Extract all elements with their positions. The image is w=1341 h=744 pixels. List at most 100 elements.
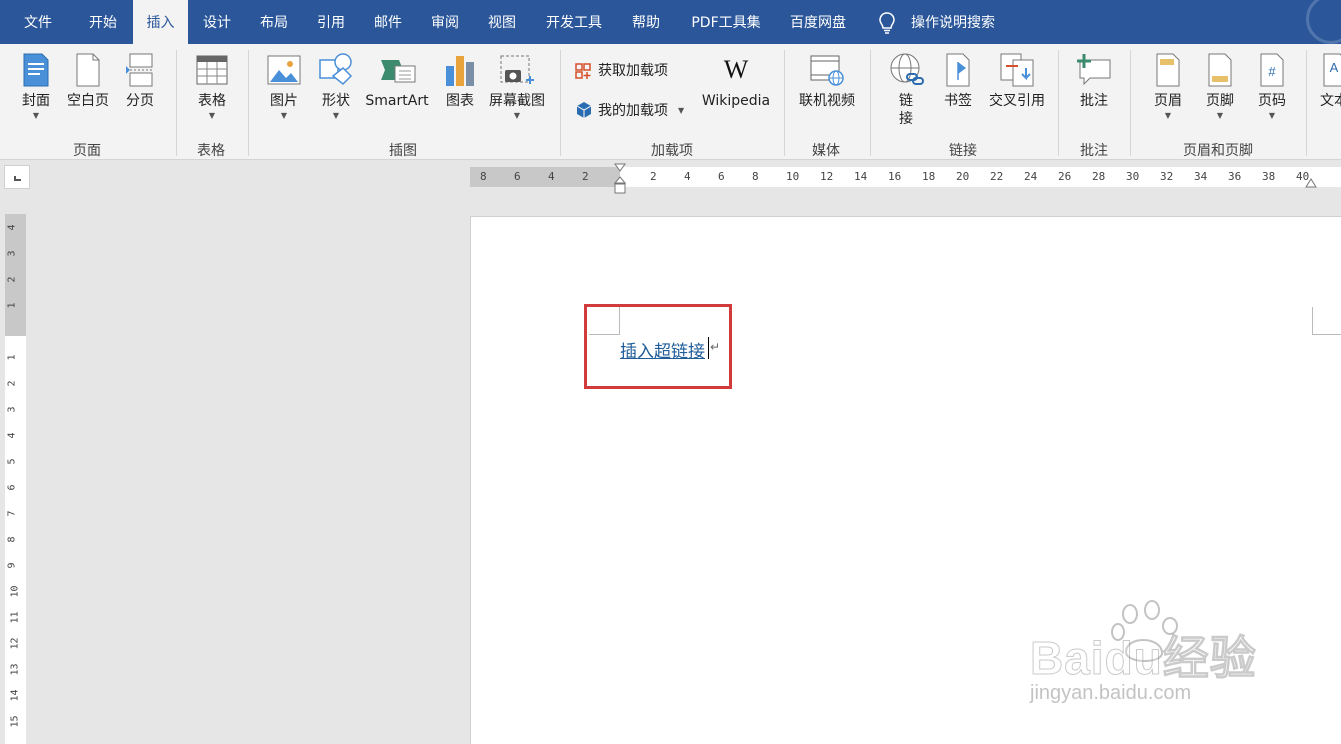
tab-insert[interactable]: 插入 bbox=[133, 0, 188, 44]
watermark-brand: Baidu经验 bbox=[1030, 632, 1257, 685]
cover-page-icon bbox=[23, 53, 49, 87]
comment-button[interactable]: 批注 bbox=[1072, 52, 1116, 110]
tab-mailings[interactable]: 邮件 bbox=[361, 0, 415, 44]
page-number-button[interactable]: # 页码 ▼ bbox=[1250, 52, 1294, 120]
my-addins-label: 我的加载项 bbox=[598, 103, 668, 119]
chevron-down-icon: ▼ bbox=[1268, 111, 1276, 120]
header-button[interactable]: 页眉 ▼ bbox=[1146, 52, 1190, 120]
chevron-down-icon: ▼ bbox=[208, 111, 216, 120]
shapes-label: 形状 bbox=[322, 93, 350, 109]
ruler-tick-label: 6 bbox=[718, 170, 725, 183]
right-indent-marker[interactable] bbox=[1305, 178, 1317, 188]
tab-file[interactable]: 文件 bbox=[10, 0, 66, 44]
picture-button[interactable]: 图片 ▼ bbox=[262, 52, 306, 120]
svg-text:A: A bbox=[1330, 60, 1339, 75]
group-separator bbox=[1058, 50, 1059, 156]
cover-page-button[interactable]: 封面 ▼ bbox=[14, 52, 58, 120]
link-button[interactable]: 链 接 bbox=[884, 52, 928, 128]
paragraph-mark: ↵ bbox=[710, 340, 721, 354]
chevron-down-icon: ▼ bbox=[32, 111, 40, 120]
table-button[interactable]: 表格 ▼ bbox=[190, 52, 234, 120]
screenshot-label: 屏幕截图 bbox=[489, 93, 545, 109]
header-label: 页眉 bbox=[1154, 93, 1182, 109]
group-label-tables: 表格 bbox=[197, 143, 225, 159]
indent-marker[interactable] bbox=[614, 163, 626, 195]
smartart-icon bbox=[381, 60, 416, 83]
group-separator bbox=[784, 50, 785, 156]
ruler-tick-label: 2 bbox=[582, 170, 589, 183]
tab-view[interactable]: 视图 bbox=[475, 0, 529, 44]
tab-home[interactable]: 开始 bbox=[76, 0, 130, 44]
comment-icon bbox=[1077, 54, 1111, 86]
chevron-down-icon: ▼ bbox=[332, 111, 340, 120]
lightbulb-icon[interactable] bbox=[878, 12, 896, 34]
online-video-icon bbox=[810, 55, 844, 86]
tab-pdf-tools[interactable]: PDF工具集 bbox=[680, 0, 772, 44]
screenshot-button[interactable]: 屏幕截图 ▼ bbox=[485, 52, 549, 120]
group-separator bbox=[248, 50, 249, 156]
screenshot-icon bbox=[500, 55, 534, 84]
ruler-tick-label: 8 bbox=[752, 170, 759, 183]
store-grid-icon bbox=[575, 63, 591, 79]
wikipedia-button[interactable]: W Wikipedia bbox=[696, 52, 776, 110]
tab-references[interactable]: 引用 bbox=[304, 0, 358, 44]
shapes-icon bbox=[319, 53, 353, 86]
footer-button[interactable]: 页脚 ▼ bbox=[1198, 52, 1242, 120]
get-addins-label: 获取加载项 bbox=[598, 63, 668, 79]
link-label-line2: 接 bbox=[899, 111, 913, 127]
online-video-button[interactable]: 联机视频 bbox=[796, 52, 858, 110]
footer-label: 页脚 bbox=[1206, 93, 1234, 109]
my-addins-button[interactable]: 我的加载项 ▼ bbox=[574, 100, 684, 120]
blank-page-button[interactable]: 空白页 bbox=[62, 52, 114, 110]
group-separator bbox=[1130, 50, 1131, 156]
ruler-tick-label: 12 bbox=[9, 637, 21, 650]
ruler-tick-label: 4 bbox=[548, 170, 555, 183]
shapes-button[interactable]: 形状 ▼ bbox=[314, 52, 358, 120]
picture-label: 图片 bbox=[270, 93, 298, 109]
online-video-label: 联机视频 bbox=[799, 93, 855, 109]
bookmark-icon bbox=[946, 53, 970, 87]
ruler-tick-label: 4 bbox=[6, 224, 18, 231]
tell-me-search[interactable]: 操作说明搜索 bbox=[911, 0, 995, 44]
ruler-tick-label: 38 bbox=[1262, 170, 1276, 183]
chevron-down-icon: ▼ bbox=[678, 105, 685, 115]
chart-button[interactable]: 图表 bbox=[440, 52, 480, 110]
addin-cube-icon bbox=[576, 102, 592, 118]
page-number-icon: # bbox=[1260, 53, 1284, 87]
tab-baidu-netdisk[interactable]: 百度网盘 bbox=[780, 0, 856, 44]
group-label-links: 链接 bbox=[949, 143, 977, 159]
ruler-tick-label: 9 bbox=[6, 562, 18, 569]
comment-label: 批注 bbox=[1080, 93, 1108, 109]
vertical-ruler[interactable]: 4 3 2 1 1 2 3 4 5 6 7 8 9 10 11 12 13 14 15 bbox=[5, 214, 26, 744]
tab-developer[interactable]: 开发工具 bbox=[536, 0, 612, 44]
cover-page-label: 封面 bbox=[22, 93, 50, 109]
textbox-button[interactable]: A 文本 bbox=[1316, 52, 1341, 110]
ruler-tick-label: 4 bbox=[6, 432, 18, 439]
get-addins-button[interactable]: 获取加载项 bbox=[574, 60, 668, 80]
smartart-button[interactable]: SmartArt bbox=[362, 52, 432, 110]
header-icon bbox=[1156, 53, 1180, 87]
ruler-tick-label: 22 bbox=[990, 170, 1004, 183]
text-cursor bbox=[708, 337, 709, 359]
ruler-tick-label: 1 bbox=[6, 354, 18, 361]
horizontal-ruler[interactable]: 8 6 4 2 2 4 6 8 10 12 14 16 18 20 22 24 26 28 30 32 34 36 38 40 bbox=[470, 167, 1341, 187]
page-break-button[interactable]: 分页 bbox=[118, 52, 162, 110]
tab-design[interactable]: 设计 bbox=[190, 0, 244, 44]
tab-review[interactable]: 审阅 bbox=[418, 0, 472, 44]
hyperlink-text[interactable]: 插入超链接 bbox=[620, 337, 705, 362]
wikipedia-icon: W bbox=[724, 55, 749, 84]
group-label-illustrations: 插图 bbox=[389, 143, 417, 159]
svg-text:W: W bbox=[724, 55, 749, 84]
crop-mark-top-right bbox=[1312, 307, 1341, 335]
tab-stop-selector[interactable] bbox=[4, 165, 30, 189]
bookmark-button[interactable]: 书签 bbox=[938, 52, 978, 110]
tab-layout[interactable]: 布局 bbox=[247, 0, 301, 44]
group-label-comments: 批注 bbox=[1080, 143, 1108, 159]
chevron-down-icon: ▼ bbox=[280, 111, 288, 120]
picture-icon bbox=[267, 55, 301, 85]
group-label-addins: 加载项 bbox=[651, 143, 693, 159]
ruler-top-margin bbox=[5, 214, 26, 336]
chevron-down-icon: ▼ bbox=[1216, 111, 1224, 120]
cross-reference-button[interactable]: 交叉引用 bbox=[984, 52, 1050, 110]
tab-help[interactable]: 帮助 bbox=[620, 0, 672, 44]
